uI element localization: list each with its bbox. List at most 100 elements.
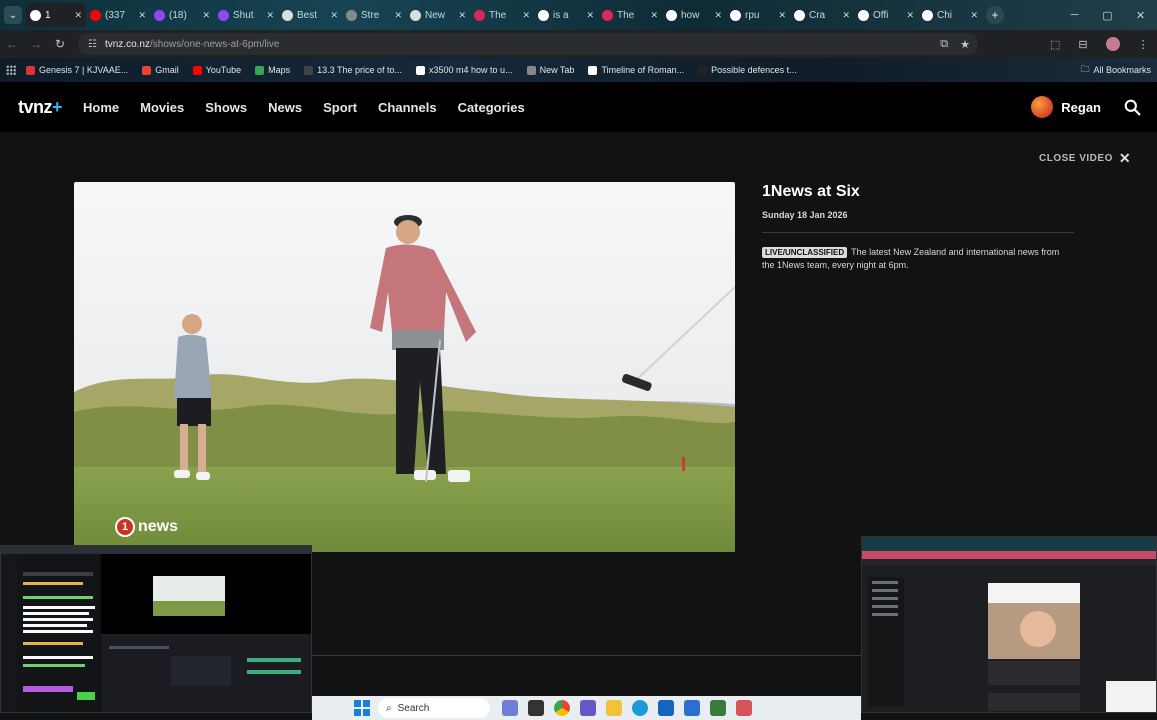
watermark-text: news	[138, 518, 179, 535]
tab-close-icon[interactable]: ✕	[330, 10, 338, 21]
chrome-icon[interactable]	[554, 700, 570, 716]
browser-tab[interactable]: 1 ✕	[26, 3, 86, 27]
bookmark-item[interactable]: New Tab	[526, 65, 574, 75]
tab-favicon-icon	[858, 9, 869, 21]
address-bar[interactable]: ☷ tvnz.co.nz/shows/one-news-at-6pm/live …	[78, 33, 978, 55]
edge-icon[interactable]	[632, 700, 648, 716]
bookmark-star-icon[interactable]: ★	[960, 38, 970, 51]
windows-taskbar: ⌕ Search	[312, 696, 861, 720]
menu-icon[interactable]: ⋮	[1138, 38, 1149, 51]
all-bookmarks[interactable]: 🗀 All Bookmarks	[1080, 58, 1151, 82]
browser-tab[interactable]: Cra ✕	[790, 3, 854, 27]
bookmark-favicon-icon	[588, 65, 598, 75]
tab-close-icon[interactable]: ✕	[138, 10, 146, 21]
browser-tab[interactable]: how ✕	[662, 3, 726, 27]
search-icon[interactable]	[1124, 99, 1141, 116]
tab-label: Shut	[233, 9, 254, 21]
browser-tab[interactable]: Chi ✕	[918, 3, 982, 27]
tab-close-icon[interactable]: ✕	[586, 10, 594, 21]
tab-close-icon[interactable]: ✕	[906, 10, 914, 21]
browser-tab[interactable]: is a ✕	[534, 3, 598, 27]
maximize-icon[interactable]: ▢	[1091, 0, 1124, 30]
outlook-icon[interactable]	[658, 700, 674, 716]
reload-icon[interactable]: ↻	[48, 37, 72, 51]
site-info-icon[interactable]: ☷	[88, 39, 97, 50]
app-icon-3[interactable]	[736, 700, 752, 716]
app-icon[interactable]	[580, 700, 596, 716]
tab-close-icon[interactable]: ✕	[842, 10, 850, 21]
nav-sport[interactable]: Sport	[323, 100, 357, 115]
bookmark-item[interactable]: 13.3 The price of to...	[304, 65, 402, 75]
tvnz-logo[interactable]: tvnz+	[18, 97, 63, 118]
cast-icon[interactable]: ⧉	[940, 38, 948, 51]
bookmark-item[interactable]: Gmail	[142, 65, 179, 75]
nav-home[interactable]: Home	[83, 100, 119, 115]
minimize-icon[interactable]: ─	[1058, 0, 1091, 30]
nav-news[interactable]: News	[268, 100, 302, 115]
browser-tab[interactable]: Shut ✕	[214, 3, 278, 27]
nav-channels[interactable]: Channels	[378, 100, 437, 115]
bookmark-label: 13.3 The price of to...	[317, 65, 403, 75]
browser-tab[interactable]: New ✕	[406, 3, 470, 27]
browser-tab[interactable]: Stre ✕	[342, 3, 406, 27]
tab-label: (18)	[169, 9, 187, 21]
user-menu[interactable]: Regan	[1031, 96, 1101, 118]
close-video-button[interactable]: CLOSE VIDEO ✕	[1039, 150, 1131, 167]
bookmark-item[interactable]: YouTube	[192, 65, 241, 75]
nav-movies[interactable]: Movies	[140, 100, 184, 115]
avatar	[1031, 96, 1054, 118]
tab-favicon-icon	[282, 9, 293, 21]
tab-favicon-icon	[730, 9, 741, 21]
task-view-icon[interactable]	[528, 700, 544, 716]
bookmark-item[interactable]: x3500 m4 how to u...	[416, 65, 513, 75]
browser-tab[interactable]: (337 ✕	[86, 3, 150, 27]
profile-avatar[interactable]	[1105, 37, 1120, 51]
video-player[interactable]: 1 news	[74, 182, 735, 552]
taskbar-search[interactable]: ⌕ Search	[378, 698, 490, 718]
forward-icon[interactable]: →	[24, 37, 48, 51]
widgets-icon[interactable]	[502, 700, 518, 716]
bookmark-item[interactable]: Possible defences t...	[698, 65, 797, 75]
taskbar-apps	[502, 700, 752, 716]
apps-grid-icon[interactable]	[6, 65, 16, 75]
tab-label: how	[681, 9, 700, 21]
tab-label: rpu	[745, 9, 760, 21]
close-window-icon[interactable]: ✕	[1124, 0, 1157, 30]
bookmark-item[interactable]: Genesis 7 | KJVAAE...	[26, 65, 128, 75]
tab-close-icon[interactable]: ✕	[970, 10, 978, 21]
new-tab-button[interactable]: +	[986, 6, 1004, 24]
close-video-label: CLOSE VIDEO	[1039, 153, 1113, 164]
browser-tab[interactable]: The ✕	[598, 3, 662, 27]
extensions-icon[interactable]: ⬚	[1050, 38, 1060, 51]
bookmark-item[interactable]: Maps	[255, 65, 290, 75]
bookmark-favicon-icon	[192, 65, 202, 75]
tab-close-icon[interactable]: ✕	[394, 10, 402, 21]
browser-tab[interactable]: rpu ✕	[726, 3, 790, 27]
app-icon-2[interactable]	[710, 700, 726, 716]
bookmark-item[interactable]: Timeline of Roman...	[588, 65, 684, 75]
tab-close-icon[interactable]: ✕	[266, 10, 274, 21]
divider	[312, 655, 862, 656]
tab-close-icon[interactable]: ✕	[714, 10, 722, 21]
nav-shows[interactable]: Shows	[205, 100, 247, 115]
browser-tab[interactable]: (18) ✕	[150, 3, 214, 27]
sidepanel-icon[interactable]: ⊟	[1078, 38, 1087, 51]
tab-label: Offi	[873, 9, 889, 21]
file-explorer-icon[interactable]	[606, 700, 622, 716]
back-icon[interactable]: ←	[0, 37, 24, 51]
tab-favicon-icon	[474, 9, 485, 21]
windows-start-icon[interactable]	[354, 700, 370, 716]
tab-close-icon[interactable]: ✕	[650, 10, 658, 21]
nav-categories[interactable]: Categories	[458, 100, 525, 115]
tab-close-icon[interactable]: ✕	[74, 10, 82, 21]
tab-close-icon[interactable]: ✕	[522, 10, 530, 21]
browser-tab[interactable]: Best ✕	[278, 3, 342, 27]
tab-search-icon[interactable]: ⌄	[4, 6, 22, 24]
tab-close-icon[interactable]: ✕	[778, 10, 786, 21]
store-icon[interactable]	[684, 700, 700, 716]
browser-tab[interactable]: Offi ✕	[854, 3, 918, 27]
tab-close-icon[interactable]: ✕	[458, 10, 466, 21]
browser-tab[interactable]: The ✕	[470, 3, 534, 27]
tab-close-icon[interactable]: ✕	[202, 10, 210, 21]
classification-badge: LIVE/UNCLASSIFIED	[762, 247, 848, 258]
